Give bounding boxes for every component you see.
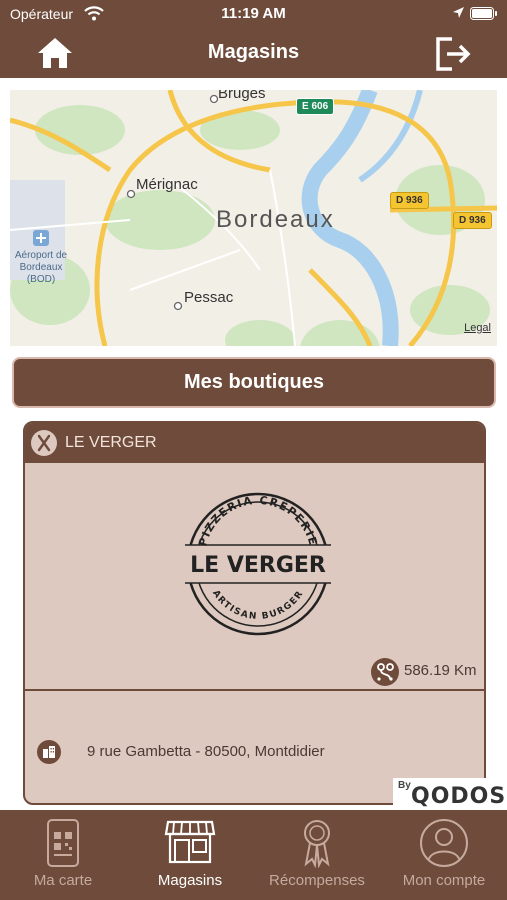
watermark-brand: QODOS <box>411 784 507 809</box>
store-card-header: LE VERGER <box>25 423 484 463</box>
tab-label: Magasins <box>157 872 223 889</box>
tab-magasins[interactable]: Magasins <box>127 810 253 900</box>
location-arrow-icon <box>452 6 465 24</box>
page-title: Magasins <box>207 41 300 63</box>
logo-top-text: PIZZERIA CRÊPERIE <box>196 494 318 548</box>
map-legal-link[interactable]: Legal <box>464 322 491 334</box>
user-icon <box>381 818 507 873</box>
logo-main-text: LE VERGER <box>190 553 326 578</box>
road-shield-d936: D 936 <box>453 212 492 229</box>
battery-icon <box>470 7 498 25</box>
tab-bar: Ma carte Magasins Récompenses Mon compte <box>0 810 507 900</box>
tab-label: Récompenses <box>269 872 365 889</box>
mes-boutiques-button[interactable]: Mes boutiques <box>12 357 496 408</box>
tab-recompenses[interactable]: Récompenses <box>254 810 380 900</box>
map-city-bordeaux: Bordeaux <box>216 206 335 233</box>
restaurant-icon <box>31 430 57 456</box>
nav-bar: Magasins <box>0 28 507 78</box>
map-city-bruges: Bruges <box>218 90 266 102</box>
status-bar: Opérateur 11:19 AM <box>0 0 507 28</box>
qodos-watermark: By QODOS <box>393 778 505 809</box>
watermark-by: By <box>398 780 411 791</box>
road-shield-d936: D 936 <box>390 192 429 209</box>
road-shield-e606: E 606 <box>296 98 335 115</box>
qr-card-icon <box>0 818 126 873</box>
logout-icon[interactable] <box>434 35 472 78</box>
status-time: 11:19 AM <box>221 5 286 22</box>
store-logo: PIZZERIA CRÊPERIE ARTISAN BURGER LE VERG… <box>183 489 333 644</box>
store-name: LE VERGER <box>65 434 157 451</box>
map-airport-label: Aéroport de Bordeaux (BOD) <box>14 250 68 285</box>
map-view[interactable]: Bordeaux Mérignac Pessac Bruges Aéroport… <box>10 90 497 346</box>
building-icon <box>37 740 61 764</box>
store-icon <box>127 818 253 871</box>
store-card-body: PIZZERIA CRÊPERIE ARTISAN BURGER LE VERG… <box>25 463 484 691</box>
tab-ma-carte[interactable]: Ma carte <box>0 810 126 900</box>
store-address: 9 rue Gambetta - 80500, Montdidier <box>87 743 325 760</box>
store-distance: 586.19 Km <box>404 662 477 679</box>
route-icon <box>371 658 399 686</box>
map-city-merignac: Mérignac <box>136 176 198 193</box>
tab-label: Mon compte <box>402 872 486 889</box>
store-card[interactable]: LE VERGER PIZZERIA CRÊPERIE ARTISAN BURG… <box>23 421 486 805</box>
map-city-pessac: Pessac <box>184 289 234 306</box>
tab-mon-compte[interactable]: Mon compte <box>381 810 507 900</box>
tab-label: Ma carte <box>33 872 93 889</box>
svg-text:PIZZERIA CRÊPERIE: PIZZERIA CRÊPERIE <box>196 494 320 548</box>
medal-icon <box>254 818 380 873</box>
